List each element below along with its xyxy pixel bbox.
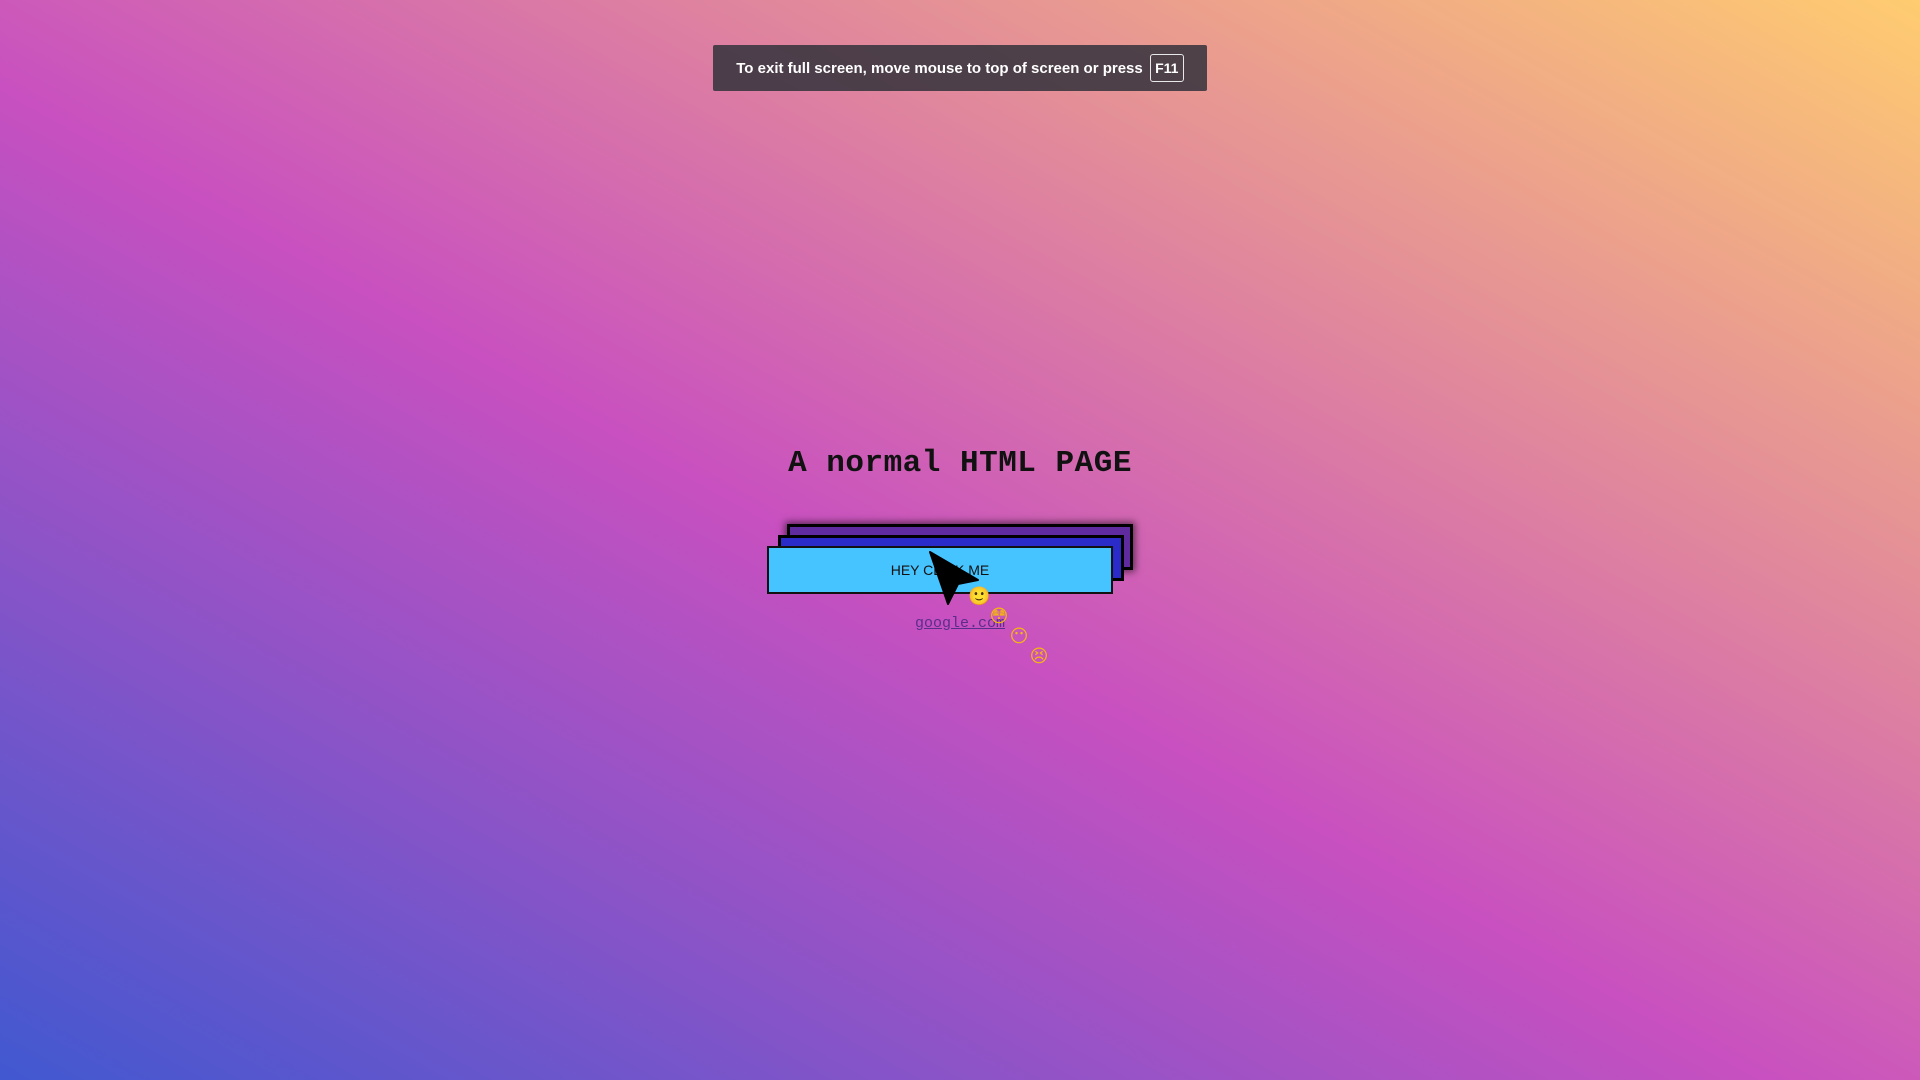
fullscreen-exit-notice: To exit full screen, move mouse to top o… [713,45,1207,91]
link-container: google.com [0,615,1920,632]
flushed-emoji-icon: 😳 [989,606,1009,627]
persevering-emoji-icon: 😣 [1029,646,1049,667]
f11-key-badge: F11 [1149,54,1184,82]
no-mouth-emoji-icon: 😶 [1009,626,1029,647]
page-title: A normal HTML PAGE [788,446,1132,481]
mouse-cursor-icon [929,551,979,605]
fullscreen-notice-text: To exit full screen, move mouse to top o… [736,59,1143,77]
